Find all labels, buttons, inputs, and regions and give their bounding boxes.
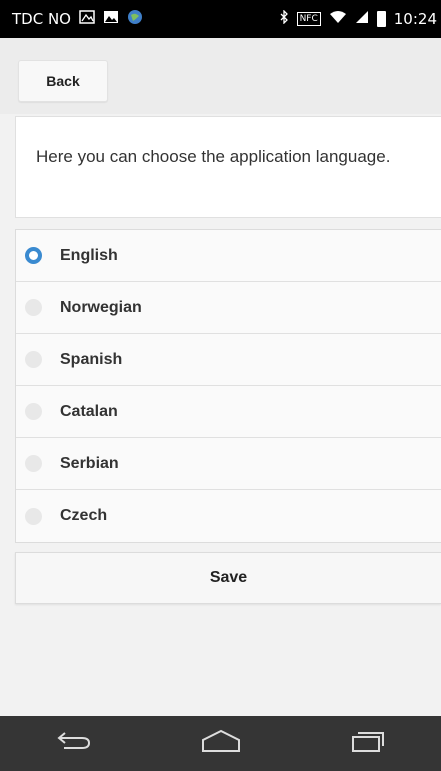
radio-icon[interactable] xyxy=(25,455,42,472)
language-label: Spanish xyxy=(60,350,123,368)
clock-label: 10:24 xyxy=(393,10,437,28)
back-nav-button[interactable] xyxy=(39,724,109,764)
language-option-english[interactable]: English xyxy=(16,230,441,282)
intro-panel: Here you can choose the application lang… xyxy=(15,116,441,218)
bluetooth-icon xyxy=(280,9,289,28)
radio-icon[interactable] xyxy=(25,299,42,316)
system-nav-bar xyxy=(0,716,441,771)
language-label: Czech xyxy=(60,507,108,524)
nfc-icon: NFC xyxy=(296,12,321,26)
language-label: English xyxy=(60,246,118,264)
back-nav-icon xyxy=(56,730,92,757)
language-option-czech[interactable]: Czech xyxy=(16,490,441,542)
back-button[interactable]: Back xyxy=(18,60,108,102)
language-label: Serbian xyxy=(60,454,119,472)
signal-icon xyxy=(355,10,369,28)
carrier-label: TDC NO xyxy=(12,10,71,28)
gallery-icon xyxy=(103,10,119,28)
radio-icon[interactable] xyxy=(25,403,42,420)
home-nav-icon xyxy=(201,729,241,758)
radio-icon[interactable] xyxy=(25,507,42,525)
language-option-spanish[interactable]: Spanish xyxy=(16,334,441,386)
recents-nav-icon xyxy=(351,729,385,758)
status-bar-left: TDC NO xyxy=(12,9,143,29)
status-bar: TDC NO NFC 10:24 xyxy=(0,0,441,38)
language-label: Norwegian xyxy=(60,298,142,316)
battery-icon xyxy=(376,11,386,27)
language-label: Catalan xyxy=(60,402,118,420)
wifi-icon xyxy=(329,10,347,28)
save-button[interactable]: Save xyxy=(15,552,441,604)
language-option-serbian[interactable]: Serbian xyxy=(16,438,441,490)
status-bar-right: NFC 10:24 xyxy=(280,9,437,28)
home-nav-button[interactable] xyxy=(186,724,256,764)
language-option-catalan[interactable]: Catalan xyxy=(16,386,441,438)
notification-icon xyxy=(79,10,95,28)
intro-text: Here you can choose the application lang… xyxy=(36,147,391,166)
language-option-norwegian[interactable]: Norwegian xyxy=(16,282,441,334)
radio-icon[interactable] xyxy=(25,247,42,264)
recents-nav-button[interactable] xyxy=(333,724,403,764)
globe-icon xyxy=(127,9,143,29)
language-list: English Norwegian Spanish Catalan Serbia… xyxy=(15,229,441,543)
radio-icon[interactable] xyxy=(25,351,42,368)
